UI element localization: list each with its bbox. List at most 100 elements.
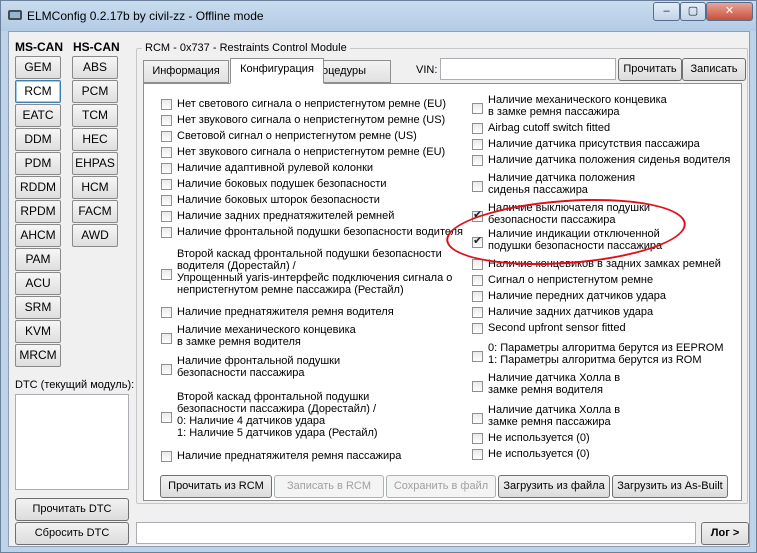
checkbox[interactable]	[161, 115, 172, 126]
option-label: Упрощенный yaris-интерфейс подключения с…	[177, 272, 453, 284]
option-label: Наличие передних датчиков удара	[488, 290, 667, 302]
module-button-pcm[interactable]: PCM	[72, 80, 118, 103]
checkbox[interactable]	[161, 211, 172, 222]
module-button-ahcm[interactable]: AHCM	[15, 224, 61, 247]
option-label: 1: Параметры алгоритма берутся из ROM	[488, 354, 702, 366]
option-label: Наличие адаптивной рулевой колонки	[177, 162, 374, 174]
checkbox[interactable]	[161, 227, 172, 238]
checkbox[interactable]	[472, 433, 483, 444]
option-label: Наличие датчика Холла в	[488, 372, 621, 384]
checkbox[interactable]	[161, 179, 172, 190]
checkbox[interactable]	[472, 139, 483, 150]
module-button-eatc[interactable]: EATC	[15, 104, 61, 127]
checkbox[interactable]	[472, 103, 483, 114]
title-bar: ELMConfig 0.2.17b by civil-zz - Offline …	[1, 1, 756, 31]
hs-can-heading: HS-CAN	[73, 40, 120, 54]
tab-info[interactable]: Информация	[143, 60, 229, 83]
option-label: Второй каскад фронтальной подушки безопа…	[177, 248, 442, 260]
option-label: 0: Наличие 4 датчиков удара	[177, 415, 326, 427]
read-dtc-button[interactable]: Прочитать DTC	[15, 498, 129, 521]
module-button-pam[interactable]: PAM	[15, 248, 61, 271]
option-label: Световой сигнал о непристегнутом ремне (…	[177, 130, 417, 142]
close-button[interactable]: ✕	[706, 2, 753, 21]
window-title: ELMConfig 0.2.17b by civil-zz - Offline …	[27, 9, 264, 23]
module-button-hec[interactable]: HEC	[72, 128, 118, 151]
dtc-list[interactable]	[15, 394, 129, 490]
option-label: Наличие преднатяжителя ремня водителя	[177, 306, 394, 318]
log-button[interactable]: Лог >	[701, 522, 749, 545]
vin-input[interactable]	[440, 58, 616, 80]
checkbox[interactable]	[161, 333, 172, 344]
option-label: Наличие механического концевика	[488, 94, 667, 106]
module-button-kvm[interactable]: KVM	[15, 320, 61, 343]
option-label: Не используется (0)	[488, 448, 590, 460]
vin-label: VIN:	[416, 64, 438, 76]
tab-configuration[interactable]: Конфигурация	[230, 58, 324, 84]
option-label: Наличие фронтальной подушки безопасности…	[177, 226, 463, 238]
option-label: Сигнал о непристегнутом ремне	[488, 274, 654, 286]
load-asbuilt-button[interactable]: Загрузить из As-Built	[612, 475, 728, 498]
module-button-gem[interactable]: GEM	[15, 56, 61, 79]
checkbox[interactable]	[161, 99, 172, 110]
minimize-button[interactable]: –	[653, 2, 680, 21]
write-to-rcm-button[interactable]: Записать в RCM	[274, 475, 384, 498]
checkbox[interactable]	[161, 195, 172, 206]
checkbox[interactable]	[161, 307, 172, 318]
checkbox[interactable]	[472, 181, 483, 192]
checkbox[interactable]	[161, 163, 172, 174]
module-button-pdm[interactable]: PDM	[15, 152, 61, 175]
checkbox[interactable]	[472, 381, 483, 392]
load-from-file-button[interactable]: Загрузить из файла	[498, 475, 610, 498]
module-button-ddm[interactable]: DDM	[15, 128, 61, 151]
module-button-srm[interactable]: SRM	[15, 296, 61, 319]
save-to-file-button[interactable]: Сохранить в файл	[386, 475, 496, 498]
option-label: Наличие датчика присутствия пассажира	[488, 138, 700, 150]
read-button[interactable]: Прочитать	[618, 58, 682, 81]
checkbox[interactable]	[472, 155, 483, 166]
module-button-rpdm[interactable]: RPDM	[15, 200, 61, 223]
checkbox[interactable]	[161, 364, 172, 375]
module-button-facm[interactable]: FACM	[72, 200, 118, 223]
checkbox[interactable]	[472, 449, 483, 460]
app-icon	[8, 10, 22, 20]
module-button-tcm[interactable]: TCM	[72, 104, 118, 127]
module-title: RCM - 0x737 - Restraints Control Module	[142, 42, 350, 54]
option-label: Наличие задних преднатяжителей ремней	[177, 210, 395, 222]
module-button-ehpas[interactable]: EHPAS	[72, 152, 118, 175]
option-label: Наличие датчика положения сиденья водите…	[488, 154, 731, 166]
read-from-rcm-button[interactable]: Прочитать из RCM	[160, 475, 272, 498]
module-button-awd[interactable]: AWD	[72, 224, 118, 247]
module-button-rcm[interactable]: RCM	[15, 80, 61, 103]
option-label: безопасности пассажира (Дорестайл) /	[177, 403, 377, 415]
option-label: замке ремня пассажира	[488, 416, 611, 428]
option-label: водителя (Дорестайл) /	[177, 260, 296, 272]
module-button-rddm[interactable]: RDDM	[15, 176, 61, 199]
checkbox[interactable]	[161, 412, 172, 423]
option-label: Наличие датчика Холла в	[488, 404, 621, 416]
client-area: MS-CAN HS-CAN GEM RCM EATC DDM PDM RDDM RPDM AH…	[8, 31, 750, 547]
checkbox[interactable]	[472, 307, 483, 318]
maximize-button[interactable]: ▢	[680, 2, 706, 21]
checkbox[interactable]	[472, 323, 483, 334]
module-button-mrcm[interactable]: MRCM	[15, 344, 61, 367]
checkbox[interactable]	[472, 123, 483, 134]
checkbox[interactable]	[472, 351, 483, 362]
option-label: Наличие преднатяжителя ремня пассажира	[177, 450, 402, 462]
module-button-abs[interactable]: ABS	[72, 56, 118, 79]
checkbox[interactable]	[161, 147, 172, 158]
checkbox[interactable]	[472, 413, 483, 424]
ms-can-heading: MS-CAN	[15, 40, 63, 54]
app-window: ELMConfig 0.2.17b by civil-zz - Offline …	[0, 0, 757, 553]
module-button-acu[interactable]: ACU	[15, 272, 61, 295]
checkbox[interactable]	[161, 269, 172, 280]
checkbox[interactable]	[161, 451, 172, 462]
option-label: Наличие датчика положения	[488, 172, 636, 184]
checkbox[interactable]	[472, 291, 483, 302]
checkbox[interactable]	[472, 259, 483, 270]
module-button-hcm[interactable]: HCM	[72, 176, 118, 199]
checkbox[interactable]	[472, 275, 483, 286]
status-text	[136, 522, 696, 544]
clear-dtc-button[interactable]: Сбросить DTC	[15, 522, 129, 545]
write-button[interactable]: Записать	[682, 58, 746, 81]
checkbox[interactable]	[161, 131, 172, 142]
